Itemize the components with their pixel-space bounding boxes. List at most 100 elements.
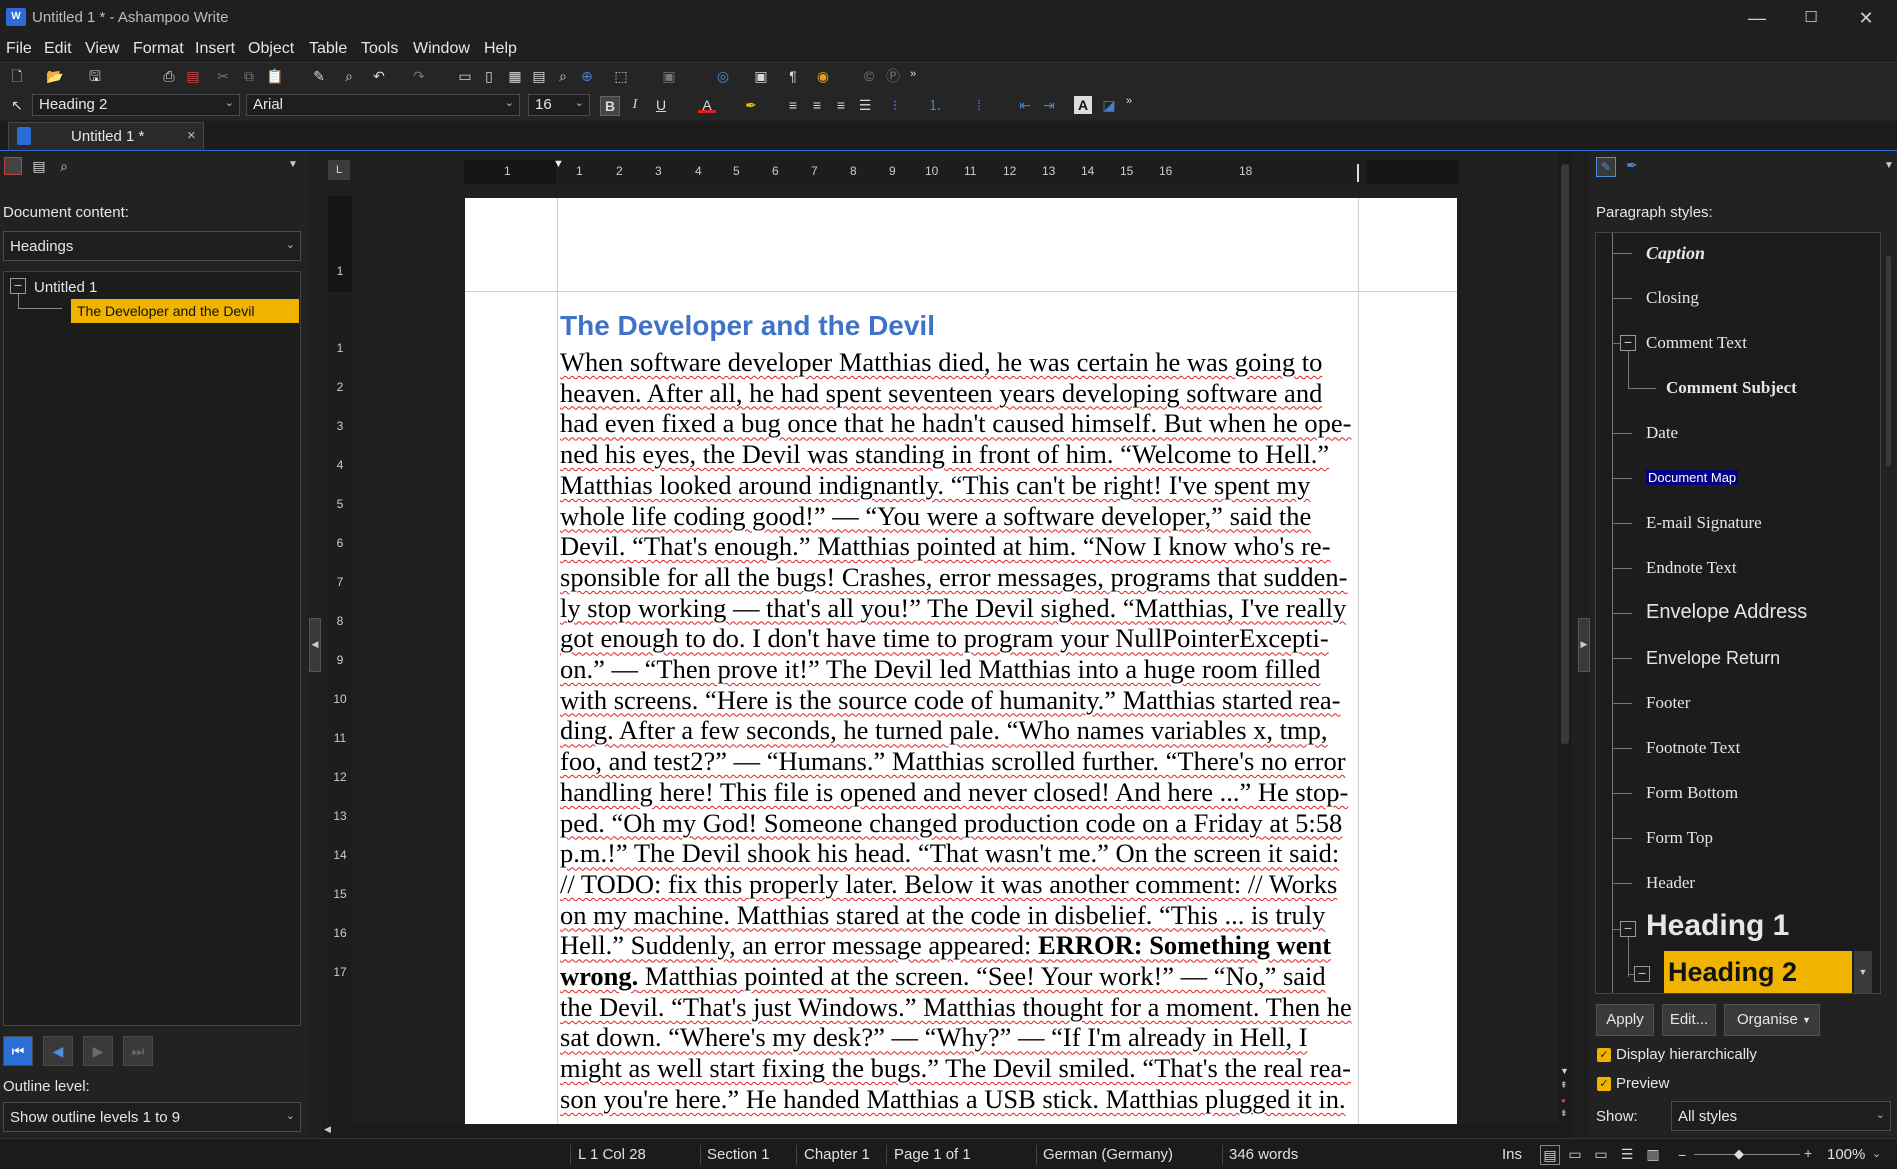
style-item-envelope-return[interactable]: Envelope Return [1646, 648, 1780, 669]
apply-button[interactable]: Apply [1596, 1004, 1654, 1036]
selection-icon[interactable]: ⬚ [612, 67, 630, 85]
menu-file[interactable]: File [6, 40, 32, 58]
cursor-position[interactable]: L 1 Col 28 [578, 1146, 646, 1163]
menu-view[interactable]: View [85, 40, 119, 58]
next-button[interactable]: ▶ [83, 1036, 113, 1066]
style-item-header[interactable]: Header [1646, 873, 1695, 893]
style-item-heading-2[interactable]: Heading 2 [1664, 951, 1852, 993]
textbox-icon[interactable]: ▯ [480, 67, 498, 85]
scroll-left-icon[interactable]: ◀ [324, 1124, 331, 1135]
text-frame-icon[interactable]: A [1074, 96, 1092, 114]
document-body[interactable]: When software developer Matthias died, h… [560, 347, 1360, 1115]
shading-icon[interactable]: ◪ [1100, 96, 1118, 114]
open-icon[interactable]: 📂 [46, 67, 64, 85]
chapter-indicator[interactable]: Chapter 1 [804, 1146, 870, 1163]
previous-button[interactable]: ◀ [43, 1036, 73, 1066]
browse-object-icon[interactable]: ● [1561, 1096, 1566, 1105]
style-item-endnote-text[interactable]: Endnote Text [1646, 558, 1737, 578]
decrease-indent-icon[interactable]: ⇤ [1016, 96, 1034, 114]
panel-menu-chevron-icon[interactable]: ▼ [288, 159, 298, 170]
horizontal-ruler[interactable] [464, 160, 1458, 184]
edit-button[interactable]: Edit... [1662, 1004, 1716, 1036]
cut-icon[interactable]: ✂ [214, 67, 232, 85]
tree-item-root[interactable]: Untitled 1 [34, 279, 97, 296]
menu-tools[interactable]: Tools [361, 40, 398, 58]
protect-icon[interactable]: Ⓟ [884, 67, 902, 85]
list-view-icon[interactable]: ▤ [30, 157, 48, 175]
close-button[interactable]: ✕ [1835, 0, 1897, 36]
pointer-icon[interactable]: ↖ [8, 96, 26, 114]
collapse-icon[interactable]: − [1620, 921, 1636, 937]
word-count[interactable]: 346 words [1229, 1146, 1298, 1163]
section-indicator[interactable]: Section 1 [707, 1146, 770, 1163]
menu-insert[interactable]: Insert [195, 40, 235, 58]
increase-indent-icon[interactable]: ⇥ [1040, 96, 1058, 114]
last-page-button[interactable]: ⏭ [123, 1036, 153, 1066]
tree-item-heading[interactable]: The Developer and the Devil [71, 299, 299, 323]
document-content-select[interactable]: Headings ⌄ [3, 231, 301, 261]
style-item-heading-1[interactable]: Heading 1 [1646, 909, 1789, 943]
collapse-left-panel-handle[interactable]: ◀ [309, 618, 321, 672]
style-item-email-signature[interactable]: E-mail Signature [1646, 513, 1762, 533]
character-styles-tab-icon[interactable]: ✒ [1626, 157, 1638, 174]
scrollbar-thumb[interactable] [1561, 164, 1569, 744]
overflow-chevron-icon[interactable]: » [904, 65, 922, 83]
menu-window[interactable]: Window [413, 40, 470, 58]
redo-icon[interactable]: ↷ [410, 67, 428, 85]
navigator-mode-icon[interactable] [4, 157, 22, 175]
align-right-icon[interactable]: ≡ [832, 96, 850, 114]
style-item-caption[interactable]: Caption [1646, 243, 1705, 264]
pdf-export-icon[interactable]: ▤ [184, 67, 202, 85]
bold-button[interactable]: B [600, 96, 620, 116]
hyperlink-icon[interactable]: ⊕ [578, 67, 596, 85]
align-center-icon[interactable]: ≡ [808, 96, 826, 114]
next-page-icon[interactable]: ⇟ [1560, 1108, 1568, 1119]
search-icon[interactable]: ⌕ [340, 67, 358, 85]
collapse-icon[interactable]: − [1620, 335, 1636, 351]
font-size-select[interactable]: 16 ⌄ [528, 94, 590, 116]
undo-icon[interactable]: ↶ [370, 67, 388, 85]
show-styles-select[interactable]: All styles ⌄ [1671, 1101, 1891, 1131]
new-document-icon[interactable]: 🗋 [8, 67, 26, 85]
paragraph-styles-tab-icon[interactable]: ✎ [1596, 157, 1616, 177]
style-item-dropdown-icon[interactable]: ▼ [1854, 951, 1872, 993]
zoom-menu-chevron-icon[interactable]: ⌄ [1872, 1147, 1881, 1160]
minimize-button[interactable]: — [1726, 0, 1788, 36]
style-item-form-top[interactable]: Form Top [1646, 828, 1713, 848]
color-wheel-icon[interactable]: ◉ [814, 67, 832, 85]
style-item-closing[interactable]: Closing [1646, 288, 1699, 308]
menu-table[interactable]: Table [309, 40, 347, 58]
page-indicator[interactable]: Page 1 of 1 [894, 1146, 971, 1163]
style-item-date[interactable]: Date [1646, 423, 1678, 443]
style-item-comment-subject[interactable]: Comment Subject [1666, 378, 1797, 398]
style-item-document-map[interactable]: Document Map [1646, 470, 1739, 485]
zoom-slider-thumb[interactable]: ◆ [1734, 1146, 1744, 1162]
tab-stop-selector[interactable]: L [328, 160, 350, 180]
horizontal-scrollbar[interactable]: ◀ [322, 1124, 1558, 1138]
style-item-footnote-text[interactable]: Footnote Text [1646, 738, 1740, 758]
style-item-form-bottom[interactable]: Form Bottom [1646, 783, 1738, 803]
outline-level-select[interactable]: Show outline levels 1 to 9 ⌄ [3, 1102, 301, 1132]
bullet-list-icon[interactable]: ⁝ [886, 96, 904, 114]
paste-icon[interactable]: 📋 [266, 67, 284, 85]
search-icon[interactable]: ⌕ [55, 157, 73, 175]
zoom-slider-track[interactable] [1694, 1154, 1800, 1155]
frame-icon[interactable]: ▭ [456, 67, 474, 85]
book-view-icon[interactable]: ▥ [1644, 1145, 1662, 1163]
organise-button[interactable]: Organise ▼ [1724, 1004, 1820, 1036]
collapse-icon[interactable]: − [1634, 966, 1650, 982]
comment-icon[interactable]: © [860, 67, 878, 85]
style-item-comment-text[interactable]: Comment Text [1646, 333, 1747, 353]
scroll-down-icon[interactable]: ▼ [1560, 1066, 1569, 1076]
font-color-button[interactable]: A [698, 96, 716, 113]
collapse-icon[interactable]: − [10, 278, 26, 294]
underline-button[interactable]: U [652, 96, 670, 114]
format-painter-icon[interactable]: ✎ [310, 67, 328, 85]
scrollbar-thumb[interactable] [1886, 256, 1891, 466]
font-select[interactable]: Arial ⌄ [246, 94, 520, 116]
outline-list-icon[interactable]: ⁞ [970, 96, 988, 114]
menu-help[interactable]: Help [484, 40, 517, 58]
object-icon[interactable]: ▣ [660, 67, 678, 85]
table-insert-icon[interactable]: ▦ [506, 67, 524, 85]
zoom-in-icon[interactable]: + [1804, 1145, 1812, 1161]
